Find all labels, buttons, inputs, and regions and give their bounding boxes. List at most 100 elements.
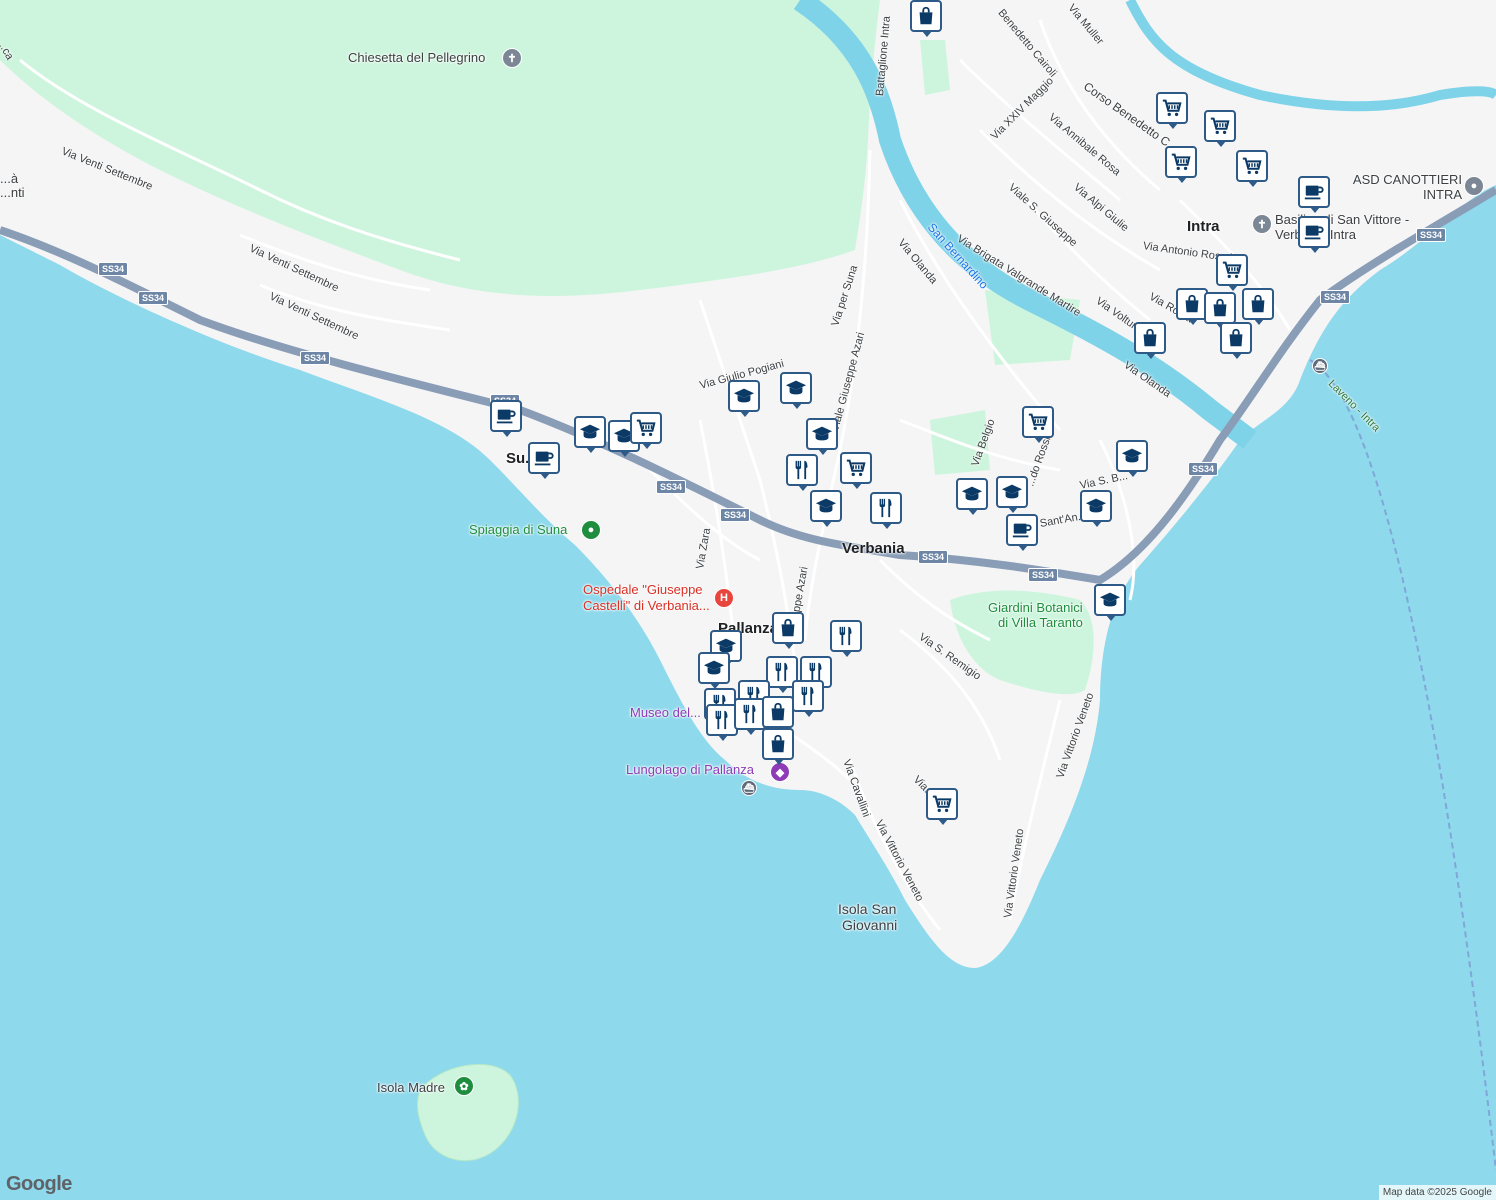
poi-marker-cafe[interactable]	[1298, 176, 1330, 213]
school-cap-icon	[961, 483, 983, 505]
shield-ss34: SS34	[1320, 290, 1351, 304]
grocery-cart-icon	[1170, 151, 1192, 173]
ferry-icon[interactable]: ⛴	[741, 780, 757, 796]
garden-icon[interactable]: ✿	[454, 1076, 474, 1096]
poi-marker-school[interactable]	[1094, 584, 1126, 621]
restaurant-fork-knife-icon	[791, 459, 813, 481]
poi-marker-cafe[interactable]	[490, 400, 522, 437]
poi-marker-school[interactable]	[810, 490, 842, 527]
poi-marker-school[interactable]	[956, 478, 988, 515]
poi-marker-restaurant[interactable]	[830, 620, 862, 657]
church-icon[interactable]: ✝	[502, 48, 522, 68]
poi-marker-school[interactable]	[996, 476, 1028, 513]
shield-ss34: SS34	[1416, 228, 1447, 242]
poi-marker-shopping[interactable]	[910, 0, 942, 37]
poi-marker-school[interactable]	[780, 372, 812, 409]
poi-marker-grocery[interactable]	[1165, 146, 1197, 183]
poi-marker-school[interactable]	[1116, 440, 1148, 477]
poi-marker-shopping[interactable]	[762, 696, 794, 733]
poi-marker-grocery[interactable]	[840, 452, 872, 489]
park-area-small	[920, 40, 950, 95]
poi-marker-shopping[interactable]	[1220, 322, 1252, 359]
grocery-cart-icon	[1161, 97, 1183, 119]
shield-ss34: SS34	[1028, 568, 1059, 582]
school-cap-icon	[733, 385, 755, 407]
poi-marker-school[interactable]	[806, 418, 838, 455]
church-icon[interactable]: ✝	[1252, 214, 1272, 234]
restaurant-fork-knife-icon	[739, 703, 761, 725]
museum-icon[interactable]: ◆	[770, 762, 790, 782]
school-cap-icon	[579, 421, 601, 443]
restaurant-fork-knife-icon	[797, 685, 819, 707]
poi-marker-grocery[interactable]	[1216, 254, 1248, 291]
restaurant-fork-knife-icon	[771, 661, 793, 683]
shopping-bag-icon	[1247, 293, 1269, 315]
grocery-cart-icon	[635, 417, 657, 439]
grocery-cart-icon	[1209, 115, 1231, 137]
poi-marker-restaurant[interactable]	[870, 492, 902, 529]
poi-marker-restaurant[interactable]	[792, 680, 824, 717]
poi-marker-cafe[interactable]	[528, 442, 560, 479]
poi-marker-school[interactable]	[728, 380, 760, 417]
poi-marker-grocery[interactable]	[1236, 150, 1268, 187]
cafe-cup-icon	[1303, 221, 1325, 243]
shield-ss34: SS34	[656, 480, 687, 494]
poi-marker-restaurant[interactable]	[786, 454, 818, 491]
shopping-bag-icon	[1209, 297, 1231, 319]
restaurant-fork-knife-icon	[711, 709, 733, 731]
poi-marker-cafe[interactable]	[1298, 216, 1330, 253]
poi-marker-grocery[interactable]	[926, 788, 958, 825]
hospital-icon[interactable]: H	[714, 588, 734, 608]
shield-ss34: SS34	[918, 550, 949, 564]
poi-marker-shopping[interactable]	[1242, 288, 1274, 325]
poi-marker-school[interactable]	[574, 416, 606, 453]
park-icon[interactable]: ●	[581, 520, 601, 540]
restaurant-fork-knife-icon	[875, 497, 897, 519]
poi-marker-grocery[interactable]	[630, 412, 662, 449]
shopping-bag-icon	[1181, 293, 1203, 315]
poi-marker-grocery[interactable]	[1022, 406, 1054, 443]
cafe-cup-icon	[1011, 519, 1033, 541]
map-canvas[interactable]	[0, 0, 1496, 1200]
cafe-cup-icon	[495, 405, 517, 427]
school-cap-icon	[703, 657, 725, 679]
shield-ss34: SS34	[720, 508, 751, 522]
shopping-bag-icon	[1139, 327, 1161, 349]
google-logo: Google	[6, 1173, 72, 1195]
shopping-bag-icon	[767, 733, 789, 755]
school-cap-icon	[1099, 589, 1121, 611]
school-cap-icon	[1085, 495, 1107, 517]
shopping-bag-icon	[1225, 327, 1247, 349]
cafe-cup-icon	[1303, 181, 1325, 203]
poi-marker-school[interactable]	[1080, 490, 1112, 527]
school-cap-icon	[1001, 481, 1023, 503]
poi-marker-shopping[interactable]	[1134, 322, 1166, 359]
shield-ss34: SS34	[300, 351, 331, 365]
shopping-bag-icon	[777, 617, 799, 639]
map-attribution[interactable]: Map data ©2025 Google	[1378, 1185, 1496, 1200]
school-cap-icon	[811, 423, 833, 445]
poi-marker-school[interactable]	[698, 652, 730, 689]
grocery-cart-icon	[1221, 259, 1243, 281]
shield-ss34: SS34	[1188, 462, 1219, 476]
shopping-bag-icon	[767, 701, 789, 723]
ferry-icon[interactable]: ⛴	[1312, 358, 1328, 374]
poi-marker-shopping[interactable]	[1204, 292, 1236, 329]
shield-ss34: SS34	[138, 291, 169, 305]
school-cap-icon	[785, 377, 807, 399]
cafe-cup-icon	[533, 447, 555, 469]
school-cap-icon	[815, 495, 837, 517]
poi-marker-shopping[interactable]	[772, 612, 804, 649]
poi-marker-grocery[interactable]	[1204, 110, 1236, 147]
grocery-cart-icon	[931, 793, 953, 815]
school-cap-icon	[1121, 445, 1143, 467]
poi-marker-grocery[interactable]	[1156, 92, 1188, 129]
restaurant-fork-knife-icon	[835, 625, 857, 647]
grocery-cart-icon	[845, 457, 867, 479]
sport-icon[interactable]: ●	[1464, 176, 1484, 196]
shopping-bag-icon	[915, 5, 937, 27]
poi-marker-cafe[interactable]	[1006, 514, 1038, 551]
shield-ss34: SS34	[98, 262, 129, 276]
poi-marker-shopping[interactable]	[762, 728, 794, 765]
grocery-cart-icon	[1027, 411, 1049, 433]
